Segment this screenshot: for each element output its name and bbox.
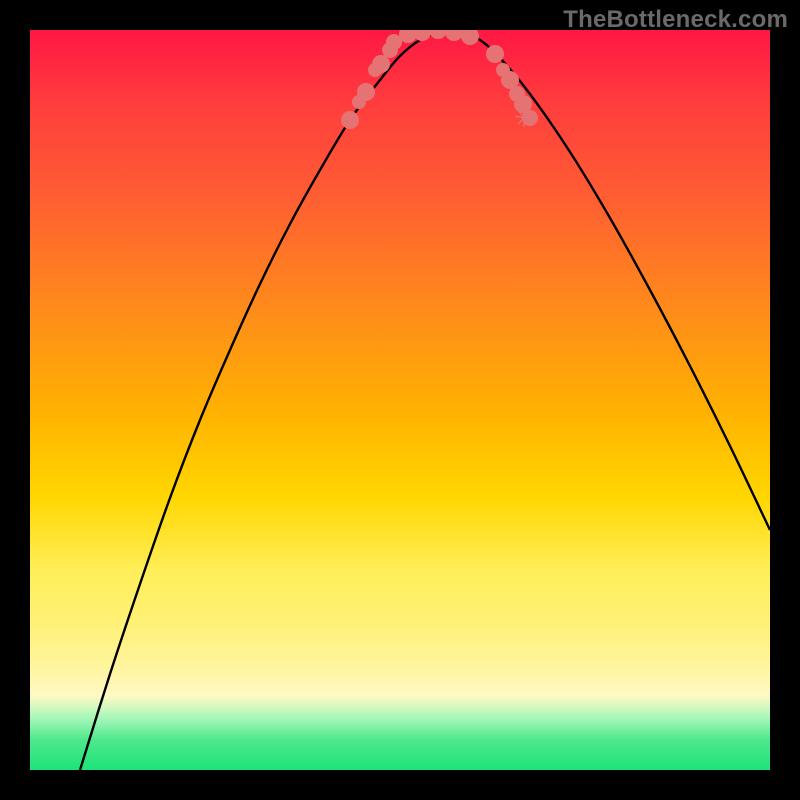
curve-marker-dot bbox=[357, 83, 375, 101]
curve-marker-dot bbox=[486, 45, 504, 63]
curve-marker-dot bbox=[341, 111, 359, 129]
chart-plot-area bbox=[30, 30, 770, 770]
curve-marker-dot bbox=[461, 30, 479, 45]
curve-marker-dot bbox=[429, 30, 447, 39]
curve-marker-dot bbox=[445, 30, 463, 41]
chart-svg bbox=[30, 30, 770, 770]
watermark-text: TheBottleneck.com bbox=[563, 6, 788, 34]
curve-marker-dot bbox=[372, 55, 390, 73]
bottleneck-curve bbox=[80, 31, 770, 770]
curve-markers bbox=[341, 30, 538, 129]
curve-marker-dot bbox=[413, 30, 431, 41]
